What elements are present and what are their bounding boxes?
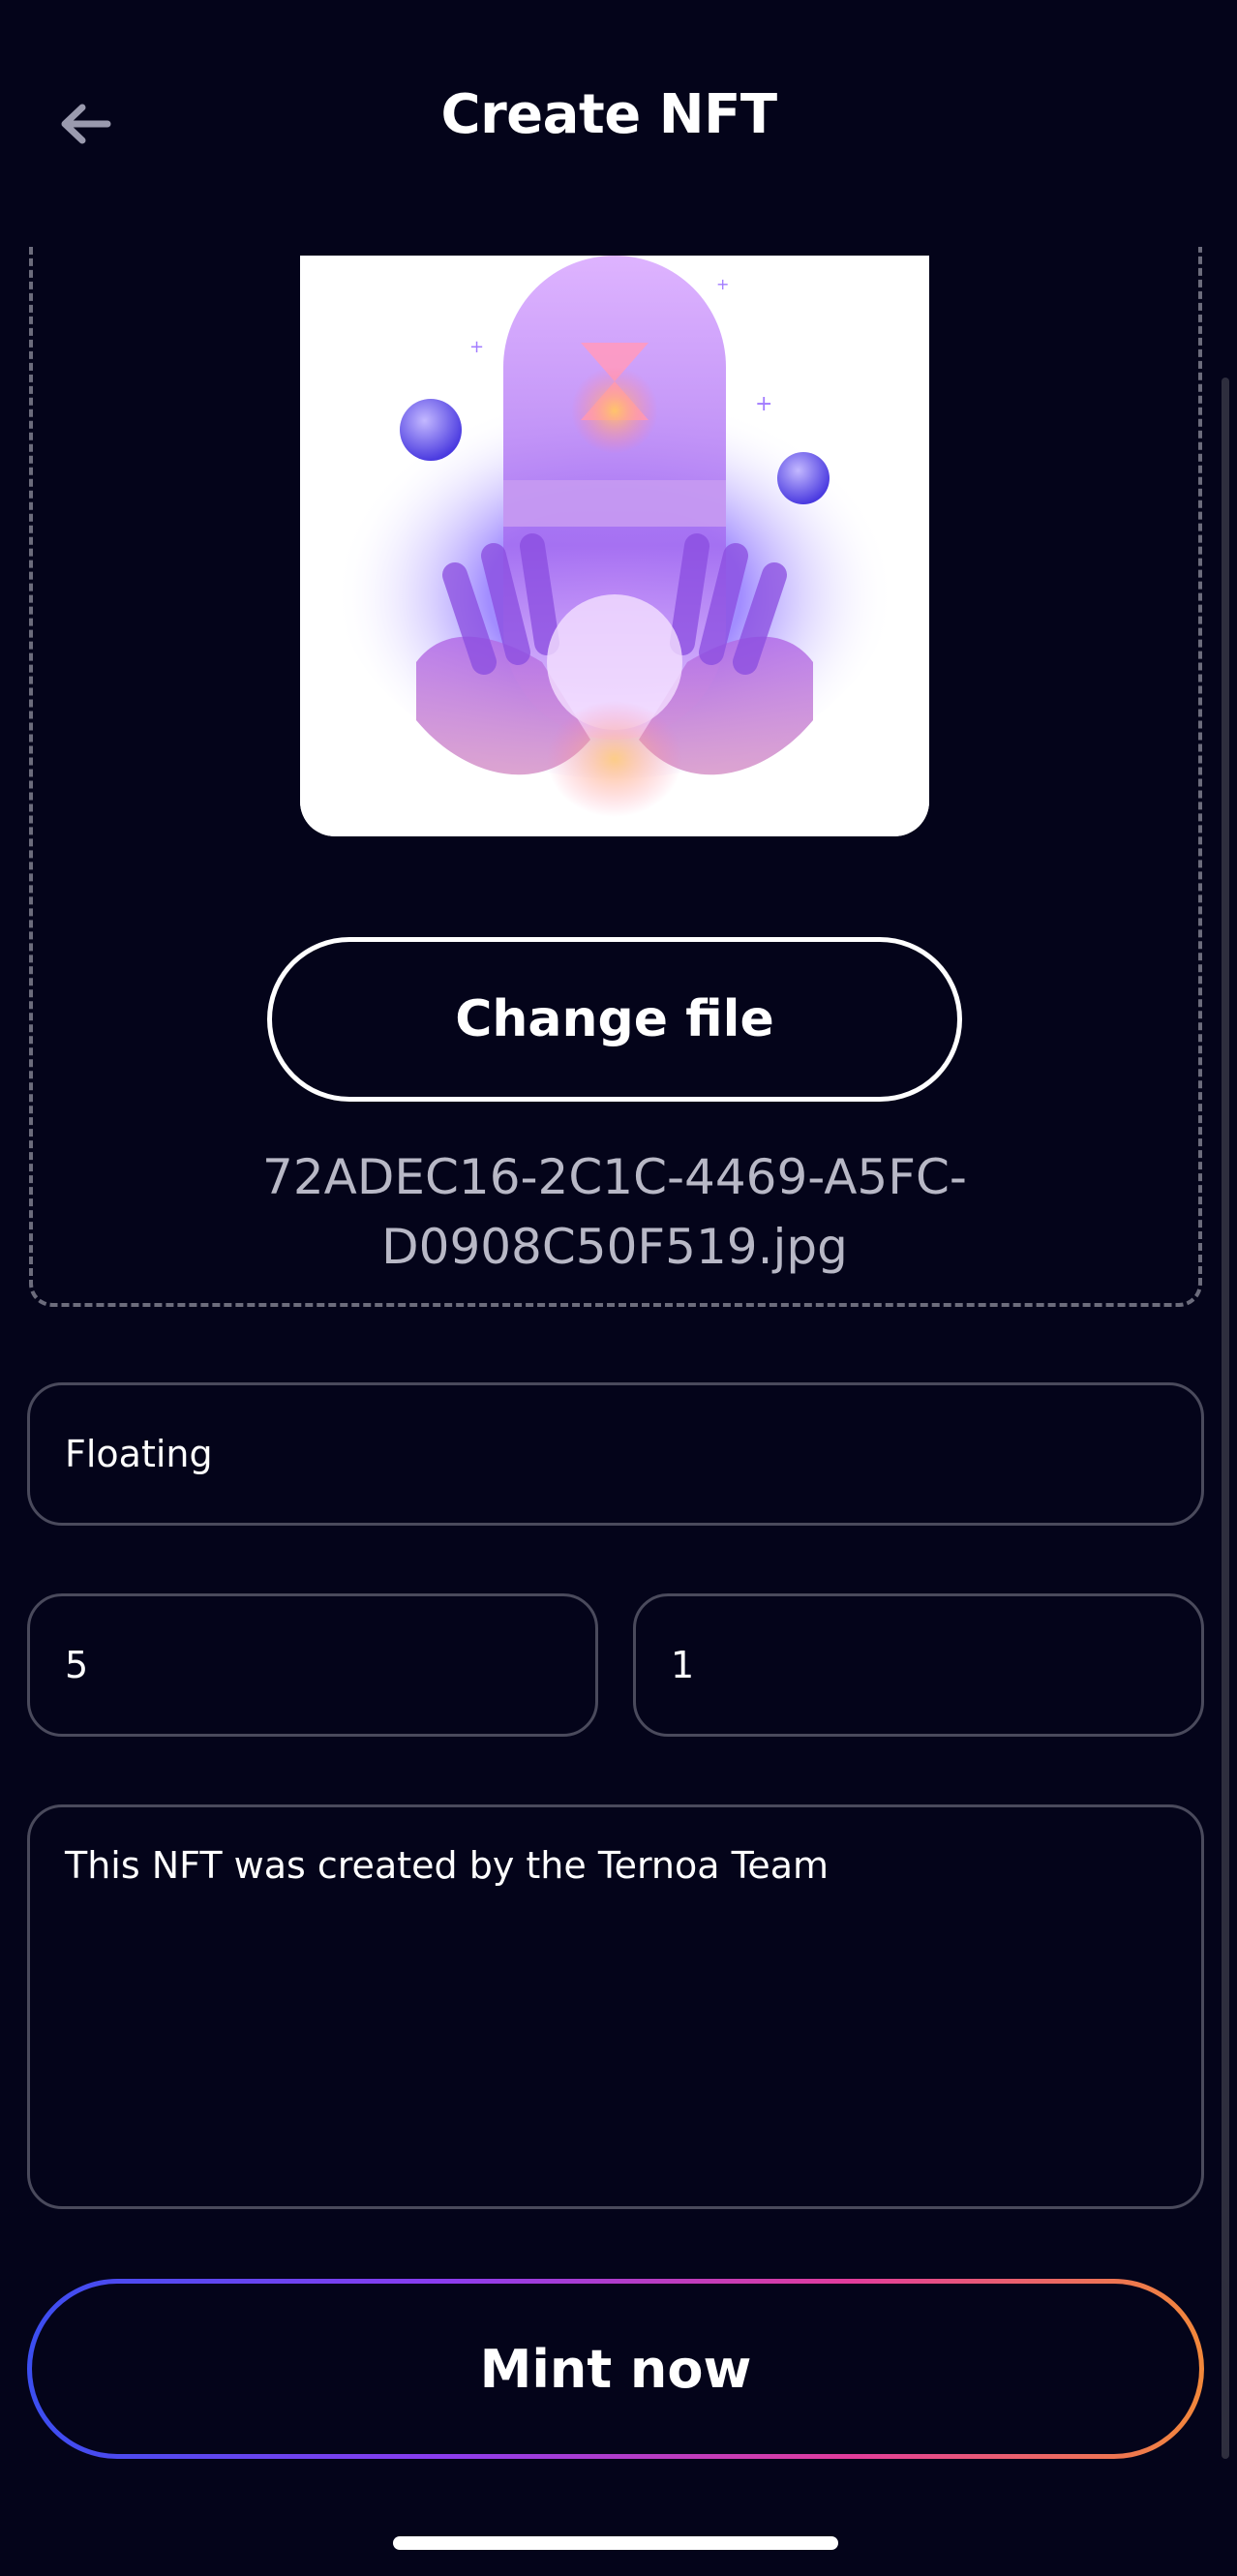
- top-bar: Create NFT: [0, 0, 1237, 247]
- nft-artwork: + + +: [300, 256, 929, 836]
- mint-now-button[interactable]: Mint now: [27, 2279, 1204, 2459]
- svg-text:+: +: [469, 337, 484, 357]
- nft-name-input[interactable]: [27, 1382, 1204, 1526]
- change-file-button[interactable]: Change file: [267, 937, 962, 1102]
- scrollbar[interactable]: [1222, 378, 1229, 2459]
- svg-text:+: +: [716, 275, 729, 293]
- file-name-label: 72ADEC16-2C1C-4469-A5FC-D0908C50F519.jpg: [262, 1149, 967, 1275]
- description-textarea[interactable]: This NFT was created by the Ternoa Team: [27, 1804, 1204, 2209]
- quantity-input[interactable]: [27, 1593, 598, 1737]
- home-indicator: [393, 2536, 838, 2550]
- nft-image-preview: + + +: [300, 256, 929, 836]
- page-title: Create NFT: [440, 83, 777, 146]
- royalty-input[interactable]: [633, 1593, 1204, 1737]
- svg-text:+: +: [755, 392, 772, 416]
